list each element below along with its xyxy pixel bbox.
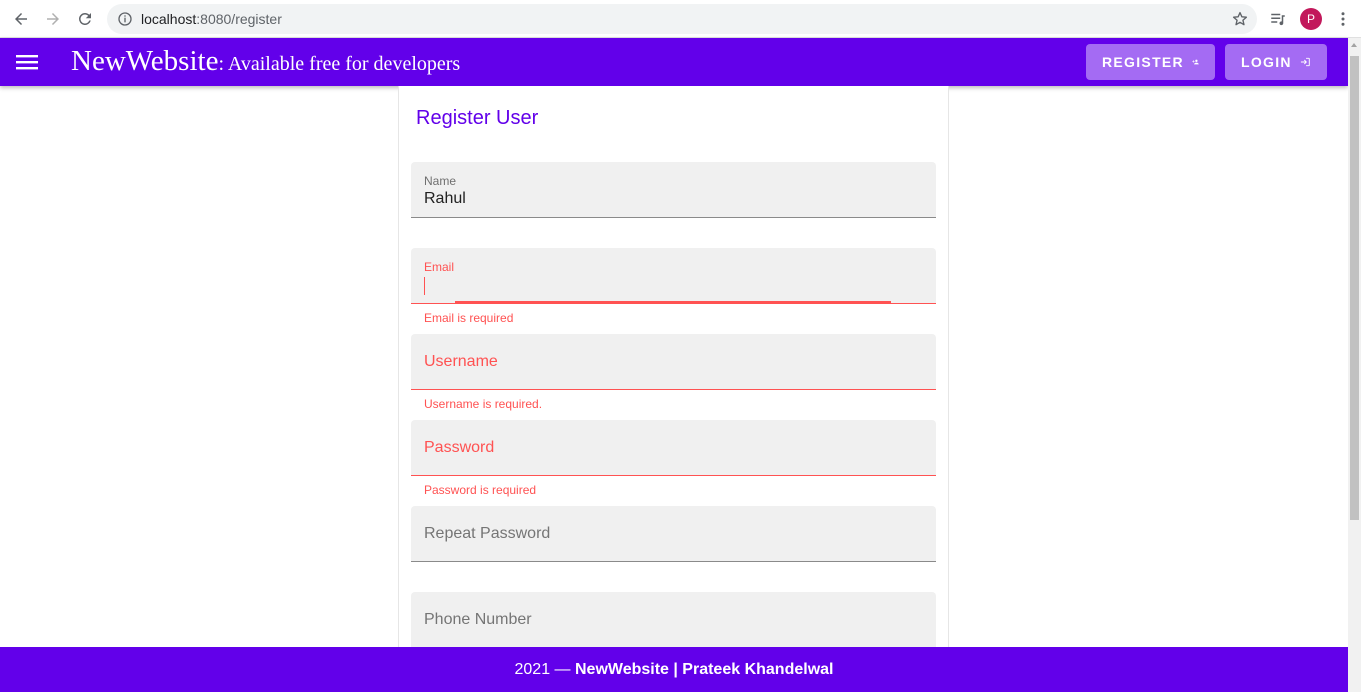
- login-button[interactable]: LOGIN: [1225, 44, 1327, 80]
- phone-number-label: Phone Number: [424, 611, 532, 628]
- footer: 2021 — NewWebsite | Prateek Khandelwal: [0, 647, 1348, 692]
- register-button-label: REGISTER: [1102, 54, 1184, 70]
- username-field[interactable]: Username: [411, 334, 936, 390]
- brand-tagline: : Available free for developers: [218, 53, 461, 75]
- text-caret: [424, 277, 425, 295]
- email-error: Email is required: [424, 311, 514, 325]
- app-bar: NewWebsite: Available free for developer…: [0, 38, 1348, 86]
- forward-button[interactable]: [41, 8, 65, 30]
- username-label: Username: [424, 353, 498, 370]
- browser-toolbar: localhost:8080/register P: [0, 0, 1361, 38]
- focus-underline: [455, 301, 891, 303]
- login-icon: [1300, 57, 1310, 67]
- repeat-password-label: Repeat Password: [424, 525, 551, 542]
- url-text: localhost:8080/register: [141, 11, 282, 27]
- page-scrollbar[interactable]: [1348, 38, 1361, 692]
- more-menu-icon[interactable]: [1333, 9, 1353, 29]
- password-label: Password: [424, 439, 495, 456]
- footer-credit: NewWebsite | Prateek Khandelwal: [574, 660, 834, 678]
- phone-number-field[interactable]: Phone Number: [411, 592, 936, 648]
- register-button[interactable]: REGISTER: [1086, 44, 1215, 80]
- bookmark-star-icon[interactable]: [1231, 10, 1249, 28]
- name-field[interactable]: Name Rahul: [411, 162, 936, 218]
- site-brand[interactable]: NewWebsite: Available free for developer…: [71, 45, 460, 78]
- footer-year: 2021: [514, 660, 551, 678]
- profile-avatar[interactable]: P: [1300, 8, 1322, 30]
- repeat-password-field[interactable]: Repeat Password: [411, 506, 936, 562]
- arrow-right-icon: [47, 13, 59, 25]
- password-field[interactable]: Password: [411, 420, 936, 476]
- footer-dash: —: [550, 660, 575, 678]
- password-error: Password is required: [424, 483, 537, 497]
- brand-name: NewWebsite: [71, 45, 219, 77]
- name-value: Rahul: [424, 190, 466, 207]
- info-icon[interactable]: [117, 11, 133, 27]
- address-bar[interactable]: localhost:8080/register: [107, 4, 1257, 34]
- card-title: Register User: [416, 107, 539, 129]
- reload-icon: [78, 12, 91, 25]
- add-user-icon: [1192, 59, 1199, 65]
- reload-button[interactable]: [73, 8, 97, 30]
- hamburger-menu-icon[interactable]: [16, 52, 38, 72]
- username-error: Username is required.: [424, 397, 543, 411]
- scroll-up-arrow-icon[interactable]: [1351, 43, 1357, 47]
- back-button[interactable]: [9, 8, 33, 30]
- name-label: Name: [424, 174, 457, 188]
- login-button-label: LOGIN: [1241, 54, 1292, 70]
- arrow-left-icon: [15, 13, 27, 25]
- email-field[interactable]: Email: [411, 248, 936, 304]
- email-label: Email: [424, 260, 455, 274]
- scrollbar-thumb[interactable]: [1350, 56, 1359, 520]
- register-card: Register User Name Rahul Email Email is …: [398, 86, 949, 656]
- media-playlist-icon[interactable]: [1268, 9, 1288, 29]
